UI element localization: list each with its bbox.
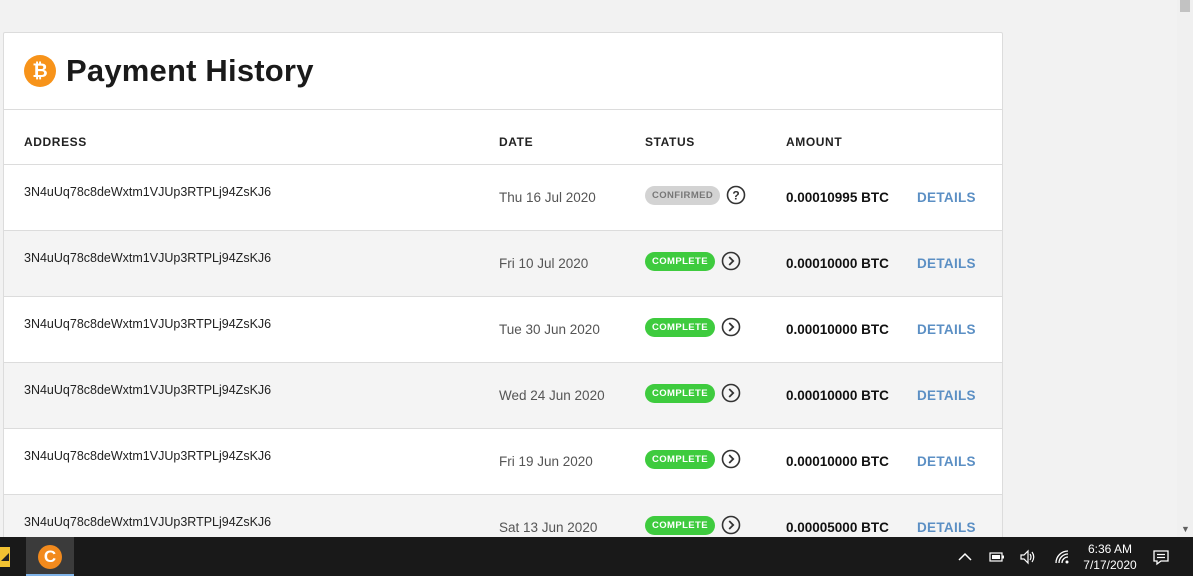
scrollbar-thumb[interactable] xyxy=(1180,0,1190,12)
question-circle-icon[interactable]: ? xyxy=(726,185,746,205)
date-cell: Thu 16 Jul 2020 xyxy=(499,190,596,205)
scroll-down-arrow-icon[interactable]: ▼ xyxy=(1181,524,1190,534)
amount-cell: 0.00005000 BTC xyxy=(786,520,889,535)
volume-icon[interactable] xyxy=(1019,548,1037,566)
address-cell: 3N4uUq78c8deWxtm1VJUp3RTPLj94ZsKJ6 xyxy=(24,449,272,463)
battery-icon[interactable] xyxy=(988,548,1006,566)
chevron-right-circle-icon[interactable] xyxy=(721,449,741,469)
date-cell: Fri 19 Jun 2020 xyxy=(499,454,593,469)
amount-cell: 0.00010000 BTC xyxy=(786,388,889,403)
address-cell: 3N4uUq78c8deWxtm1VJUp3RTPLj94ZsKJ6 xyxy=(24,515,272,529)
bitcoin-icon: ₿ xyxy=(24,55,56,87)
browser-viewport: ₿ Payment History ADDRESS DATE STATUS AM… xyxy=(0,0,1193,537)
vertical-scrollbar[interactable]: ▼ xyxy=(1177,0,1193,537)
status-badge: COMPLETE xyxy=(645,317,715,337)
status-cell: COMPLETE xyxy=(645,515,741,535)
payment-history-card: ₿ Payment History ADDRESS DATE STATUS AM… xyxy=(3,32,1003,537)
details-link[interactable]: DETAILS xyxy=(917,256,976,271)
status-badge: COMPLETE xyxy=(645,449,715,469)
chevron-right-circle-icon[interactable] xyxy=(721,383,741,403)
amount-cell: 0.00010000 BTC xyxy=(786,454,889,469)
details-link[interactable]: DETAILS xyxy=(917,322,976,337)
wifi-icon[interactable] xyxy=(1053,548,1071,566)
status-badge: COMPLETE xyxy=(645,383,715,403)
amount-cell: 0.00010995 BTC xyxy=(786,190,889,205)
page-title: Payment History xyxy=(66,53,314,88)
app-c-icon: C xyxy=(38,544,62,569)
table-row: 3N4uUq78c8deWxtm1VJUp3RTPLj94ZsKJ6 Fri 19… xyxy=(4,429,1002,495)
clock-date: 7/17/2020 xyxy=(1083,558,1137,572)
taskbar: C 6:36 AM 7/17/2020 xyxy=(0,537,1193,576)
chevron-right-circle-icon[interactable] xyxy=(721,317,741,337)
date-cell: Sat 13 Jun 2020 xyxy=(499,520,598,535)
chevron-right-circle-icon[interactable] xyxy=(721,251,741,271)
status-cell: COMPLETE xyxy=(645,449,741,469)
table-row: 3N4uUq78c8deWxtm1VJUp3RTPLj94ZsKJ6 Tue 30… xyxy=(4,297,1002,363)
status-badge: CONFIRMED xyxy=(645,185,721,205)
address-cell: 3N4uUq78c8deWxtm1VJUp3RTPLj94ZsKJ6 xyxy=(24,251,272,265)
status-cell: COMPLETE xyxy=(645,317,741,337)
address-cell: 3N4uUq78c8deWxtm1VJUp3RTPLj94ZsKJ6 xyxy=(24,383,272,397)
notification-icon[interactable] xyxy=(1152,548,1170,566)
column-header-date: DATE xyxy=(499,135,534,149)
status-badge: COMPLETE xyxy=(645,251,715,271)
chevron-up-icon[interactable] xyxy=(956,548,974,566)
details-link[interactable]: DETAILS xyxy=(917,190,976,205)
status-badge: COMPLETE xyxy=(645,515,715,535)
amount-cell: 0.00010000 BTC xyxy=(786,256,889,271)
table-row: 3N4uUq78c8deWxtm1VJUp3RTPLj94ZsKJ6 Fri 10… xyxy=(4,231,1002,297)
table-row: 3N4uUq78c8deWxtm1VJUp3RTPLj94ZsKJ6 Sat 13… xyxy=(4,495,1002,537)
column-header-address: ADDRESS xyxy=(24,135,87,149)
column-header-amount: AMOUNT xyxy=(786,135,843,149)
details-link[interactable]: DETAILS xyxy=(917,388,976,403)
taskbar-app-button[interactable]: C xyxy=(26,537,74,576)
table-row: 3N4uUq78c8deWxtm1VJUp3RTPLj94ZsKJ6 Wed 24… xyxy=(4,363,1002,429)
chevron-right-circle-icon[interactable] xyxy=(721,515,741,535)
amount-cell: 0.00010000 BTC xyxy=(786,322,889,337)
status-cell: COMPLETE xyxy=(645,383,741,403)
status-cell: CONFIRMED? xyxy=(645,185,746,205)
details-link[interactable]: DETAILS xyxy=(917,454,976,469)
address-cell: 3N4uUq78c8deWxtm1VJUp3RTPLj94ZsKJ6 xyxy=(24,185,272,199)
svg-text:?: ? xyxy=(732,189,739,203)
card-header: ₿ Payment History xyxy=(4,33,1002,110)
system-clock[interactable]: 6:36 AM 7/17/2020 xyxy=(1080,541,1140,573)
address-cell: 3N4uUq78c8deWxtm1VJUp3RTPLj94ZsKJ6 xyxy=(24,317,272,331)
date-cell: Tue 30 Jun 2020 xyxy=(499,322,600,337)
pinned-app-icon[interactable] xyxy=(0,547,10,567)
table-row: 3N4uUq78c8deWxtm1VJUp3RTPLj94ZsKJ6 Thu 16… xyxy=(4,165,1002,231)
column-header-status: STATUS xyxy=(645,135,695,149)
table-header: ADDRESS DATE STATUS AMOUNT xyxy=(4,110,1002,165)
details-link[interactable]: DETAILS xyxy=(917,520,976,535)
date-cell: Fri 10 Jul 2020 xyxy=(499,256,589,271)
table-body: 3N4uUq78c8deWxtm1VJUp3RTPLj94ZsKJ6 Thu 16… xyxy=(4,165,1002,537)
status-cell: COMPLETE xyxy=(645,251,741,271)
clock-time: 6:36 AM xyxy=(1087,542,1133,556)
date-cell: Wed 24 Jun 2020 xyxy=(499,388,605,403)
